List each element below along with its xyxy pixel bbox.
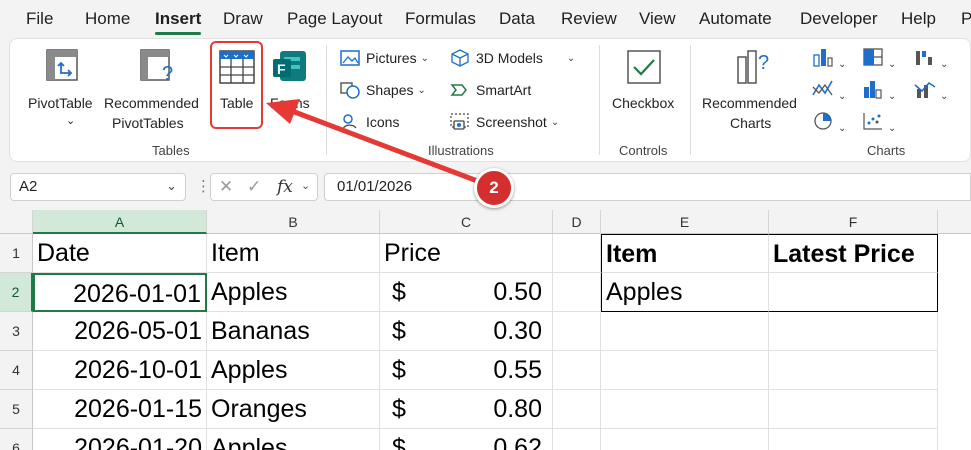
annotation-arrow [266,99,483,185]
step-badge: 2 [474,168,514,208]
